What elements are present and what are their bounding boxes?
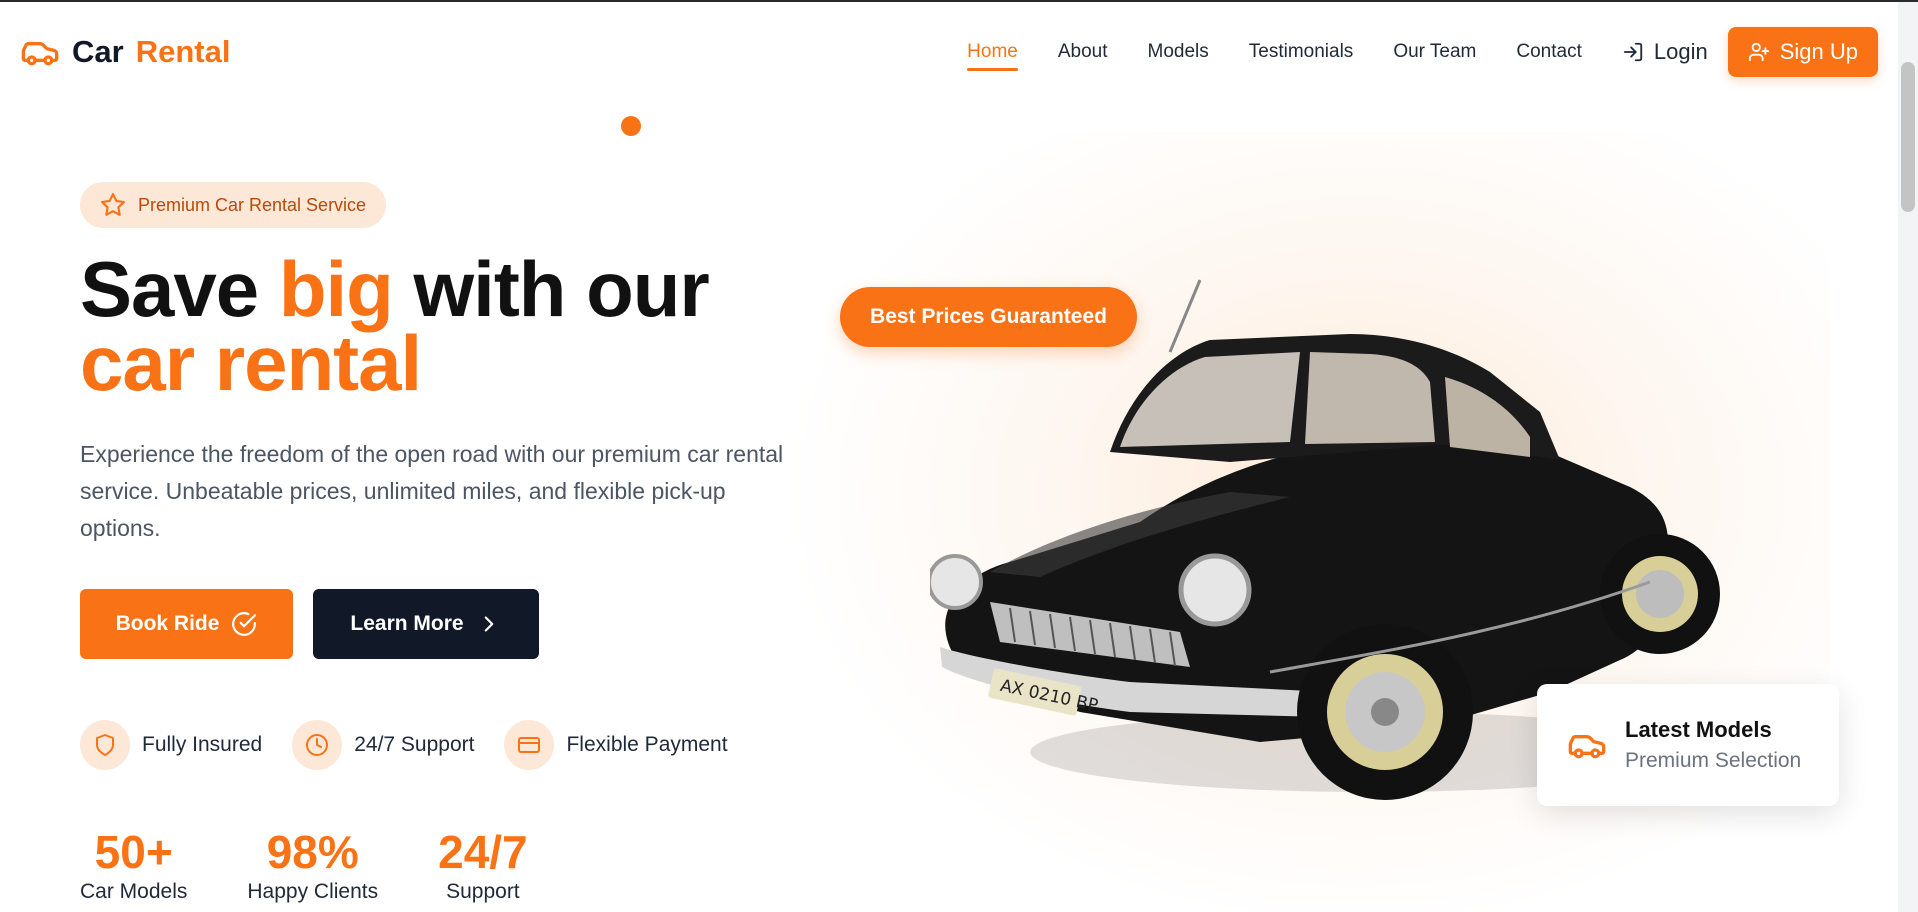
feature-support: 24/7 Support — [292, 720, 474, 770]
book-ride-label: Book Ride — [115, 612, 220, 635]
stat-label: Happy Clients — [247, 880, 379, 903]
feature-payment: Flexible Payment — [504, 720, 728, 770]
clock-icon — [292, 720, 343, 770]
hero-headline: Save big with our car rental — [80, 250, 710, 402]
nav-link-about[interactable]: About — [1058, 33, 1108, 71]
stat-item: 98% Happy Clients — [247, 824, 378, 904]
latest-models-title: Latest Models — [1625, 717, 1772, 742]
login-icon — [1623, 42, 1643, 62]
feature-insured: Fully Insured — [80, 720, 262, 770]
hero-description: Experience the freedom of the open road … — [80, 441, 784, 541]
user-plus-icon — [1748, 42, 1769, 62]
best-prices-pill: Best Prices Guaranteed — [840, 287, 1137, 347]
stats-row: 50+ Car Models 98% Happy Clients 24/7 Su… — [80, 824, 528, 904]
brand-name-second: Rental — [135, 34, 231, 69]
stat-value: 50+ — [94, 826, 173, 878]
signup-button[interactable]: Sign Up — [1727, 27, 1878, 77]
login-link[interactable]: Login — [1622, 39, 1708, 65]
stat-value: 24/7 — [438, 826, 528, 878]
feature-list: Fully Insured 24/7 Support Flexible Paym… — [80, 720, 728, 770]
headline-line2: car rental — [80, 319, 422, 407]
navbar: Car Rental Home About Models Testimonials… — [0, 2, 1898, 102]
badge-label: Premium Car Rental Service — [138, 194, 367, 215]
stat-label: Car Models — [80, 880, 188, 903]
stat-value: 98% — [266, 826, 359, 878]
scrollbar[interactable] — [1898, 2, 1918, 912]
car-icon — [1568, 735, 1606, 759]
brand-logo[interactable]: Car Rental — [20, 32, 230, 72]
nav-link-our-team[interactable]: Our Team — [1393, 33, 1476, 71]
service-badge: Premium Car Rental Service — [80, 182, 387, 228]
credit-card-icon — [504, 720, 555, 770]
login-label: Login — [1653, 39, 1708, 64]
nav-links: Home About Models Testimonials Our Team … — [927, 27, 1878, 77]
decorative-dot — [621, 116, 641, 136]
latest-models-card: Latest Models Premium Selection — [1537, 684, 1839, 806]
nav-link-contact[interactable]: Contact — [1516, 33, 1581, 71]
stat-label: Support — [446, 880, 520, 903]
star-icon — [101, 193, 125, 216]
feature-label: Flexible Payment — [566, 733, 728, 756]
latest-models-subtitle: Premium Selection — [1625, 749, 1802, 772]
chevron-right-icon — [484, 616, 493, 632]
stat-item: 50+ Car Models — [80, 824, 187, 904]
feature-label: Fully Insured — [142, 733, 263, 756]
nav-link-home[interactable]: Home — [967, 33, 1018, 71]
nav-link-models[interactable]: Models — [1148, 33, 1209, 71]
book-ride-button[interactable]: Book Ride — [80, 589, 293, 659]
headline-part2: with our — [392, 245, 709, 333]
stat-item: 24/7 Support — [438, 824, 528, 904]
scrollbar-thumb[interactable] — [1901, 62, 1915, 212]
car-icon — [20, 32, 60, 72]
brand-name-first: Car — [72, 34, 124, 69]
feature-label: 24/7 Support — [354, 733, 475, 756]
check-circle-icon — [232, 612, 257, 636]
learn-more-button[interactable]: Learn More — [313, 589, 539, 659]
signup-label: Sign Up — [1779, 39, 1858, 64]
shield-icon — [80, 720, 130, 770]
nav-link-testimonials[interactable]: Testimonials — [1249, 33, 1354, 71]
learn-more-label: Learn More — [350, 612, 464, 635]
